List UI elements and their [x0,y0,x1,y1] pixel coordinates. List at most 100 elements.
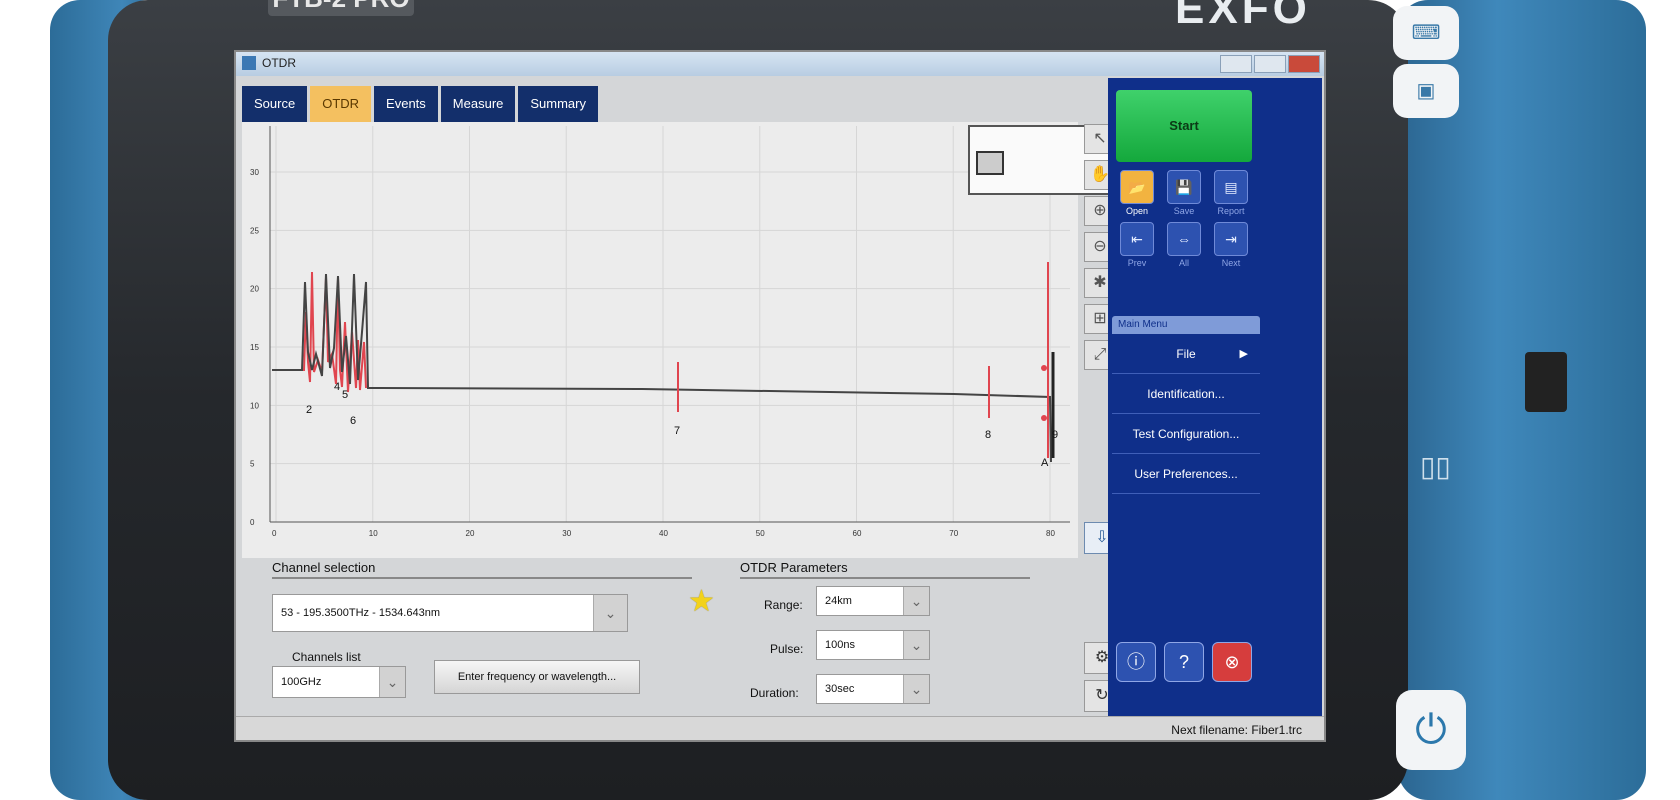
connector-icon: ▯▯ [1420,451,1451,482]
duration-label: Duration: [750,686,799,700]
y-tick-label: 30 [250,168,259,177]
x-tick-label: 50 [756,529,765,538]
favorite-star-icon[interactable]: ★ [688,584,715,619]
close-button[interactable] [1288,55,1320,73]
model-plate: FTB-2 PRO [268,0,414,16]
otdr-graph[interactable]: 30 25 20 15 10 5 0 0 10 20 30 40 50 60 70 80 2 4 5 6 7… [242,122,1123,558]
y-tick-label: 5 [250,460,255,469]
save-icon: 💾 [1167,170,1201,204]
duration-combo[interactable]: 30sec ⌄ [816,674,930,704]
grid-lines [270,126,1070,523]
event-label: 2 [306,404,312,416]
main-menu-header: Main Menu [1112,316,1260,334]
x-tick-label: 30 [562,529,571,538]
report-button[interactable]: ▤ Report [1210,170,1252,216]
channel-combo[interactable]: 53 - 195.3500THz - 1534.643nm ⌄ [272,594,628,632]
tab-otdr[interactable]: OTDR [310,86,372,122]
x-tick-label: 60 [853,529,862,538]
app-icon [242,56,256,70]
menu-item-test-configuration[interactable]: Test Configuration... [1112,414,1260,454]
device-bumper-right [1398,0,1646,800]
keyboard-icon: ⌨ [1411,22,1441,44]
x-tick-labels: 0 10 20 30 40 50 60 70 80 [272,529,1055,538]
next-filename: Next filename: Fiber1.trc [1171,723,1302,737]
menu-item-identification[interactable]: Identification... [1112,374,1260,414]
range-label: Range: [764,598,803,612]
all-label: All [1178,258,1189,268]
start-button[interactable]: Start [1116,90,1252,162]
y-tick-label: 25 [250,226,259,235]
y-tick-label: 15 [250,343,259,352]
event-label: A [1041,457,1049,469]
device-screen: OTDR Source OTDR Events Measure Summary … [234,50,1326,742]
event-label: 7 [674,425,680,437]
keyboard-hardware-button[interactable]: ⌨ [1393,6,1459,60]
save-label: Save [1173,206,1195,216]
enter-frequency-button[interactable]: Enter frequency or wavelength... [434,660,640,694]
y-tick-label: 0 [250,518,255,527]
chevron-down-icon[interactable]: ⌄ [903,587,929,615]
side-port [1525,352,1567,412]
y-tick-labels: 30 25 20 15 10 5 0 [250,168,259,527]
event-label: 9 [1052,429,1058,441]
screenshot-icon: ▣ [1416,80,1436,102]
event-label: 8 [985,429,991,441]
exit-icon[interactable]: ⊗ [1212,642,1252,682]
save-button[interactable]: 💾 Save [1163,170,1205,216]
tab-source[interactable]: Source [242,86,308,122]
channels-list-combo[interactable]: 100GHz ⌄ [272,666,406,698]
menu-item-label: File [1176,347,1196,361]
chevron-down-icon[interactable]: ⌄ [903,631,929,659]
side-panel: Start 📂 Open 💾 Save ▤ Report ⇤ Prev ⇔ Al… [1108,78,1322,716]
power-button[interactable]: ⏻ [1396,690,1466,770]
x-tick-label: 80 [1046,529,1055,538]
minimap-viewport[interactable] [976,151,1004,175]
marker-handle-bottom[interactable] [1041,415,1047,421]
chevron-right-icon: ▶ [1239,348,1248,360]
range-value: 24km [825,595,852,607]
brand-logo: EXFO [1175,0,1311,33]
menu-item-file[interactable]: File ▶ [1112,334,1260,374]
screenshot-hardware-button[interactable]: ▣ [1393,64,1459,118]
chevron-down-icon[interactable]: ⌄ [903,675,929,703]
x-tick-label: 40 [659,529,668,538]
marker-handle-top[interactable] [1041,365,1047,371]
y-tick-label: 10 [250,401,259,410]
window-title: OTDR [262,56,296,70]
previous-event-icon: ⇤ [1120,222,1154,256]
x-tick-label: 10 [369,529,378,538]
action-icon-grid: 📂 Open 💾 Save ▤ Report ⇤ Prev ⇔ All ⇥ Ne… [1116,170,1252,268]
menu-item-user-preferences[interactable]: User Preferences... [1112,454,1260,494]
next-event-icon: ⇥ [1214,222,1248,256]
pulse-combo[interactable]: 100ns ⌄ [816,630,930,660]
tab-events[interactable]: Events [374,86,438,122]
next-button[interactable]: ⇥ Next [1210,222,1252,268]
prev-button[interactable]: ⇤ Prev [1116,222,1158,268]
channels-list-label: Channels list [292,650,361,664]
info-icon[interactable]: ⓘ [1116,642,1156,682]
chevron-down-icon[interactable]: ⌄ [593,595,627,631]
event-label: 4 [334,381,340,393]
minimize-button[interactable] [1220,55,1252,73]
y-tick-label: 20 [250,285,259,294]
pulse-label: Pulse: [770,642,804,656]
otdr-device: FTB-2 PRO EXFO ⌨ ▣ ⏻ ▯▯ OTDR Source OTDR… [0,0,1680,800]
window-controls [1220,55,1320,73]
channel-selection-title: Channel selection [272,560,692,579]
report-label: Report [1217,206,1245,216]
trace-plot: 302520151050 0 10 20 30 40 50 60 70 80 2 4 5 6 7… [250,126,1070,538]
pulse-value: 100ns [825,639,855,651]
power-icon: ⏻ [1415,708,1447,752]
open-button[interactable]: 📂 Open [1116,170,1158,216]
tab-summary[interactable]: Summary [518,86,598,122]
otdr-parameters-title: OTDR Parameters [740,560,1030,579]
help-icon[interactable]: ? [1164,642,1204,682]
prev-label: Prev [1127,258,1147,268]
range-combo[interactable]: 24km ⌄ [816,586,930,616]
chevron-down-icon[interactable]: ⌄ [379,667,405,697]
x-tick-label: 70 [949,529,958,538]
next-label: Next [1221,258,1241,268]
all-button[interactable]: ⇔ All [1163,222,1205,268]
maximize-button[interactable] [1254,55,1286,73]
tab-measure[interactable]: Measure [440,86,516,122]
